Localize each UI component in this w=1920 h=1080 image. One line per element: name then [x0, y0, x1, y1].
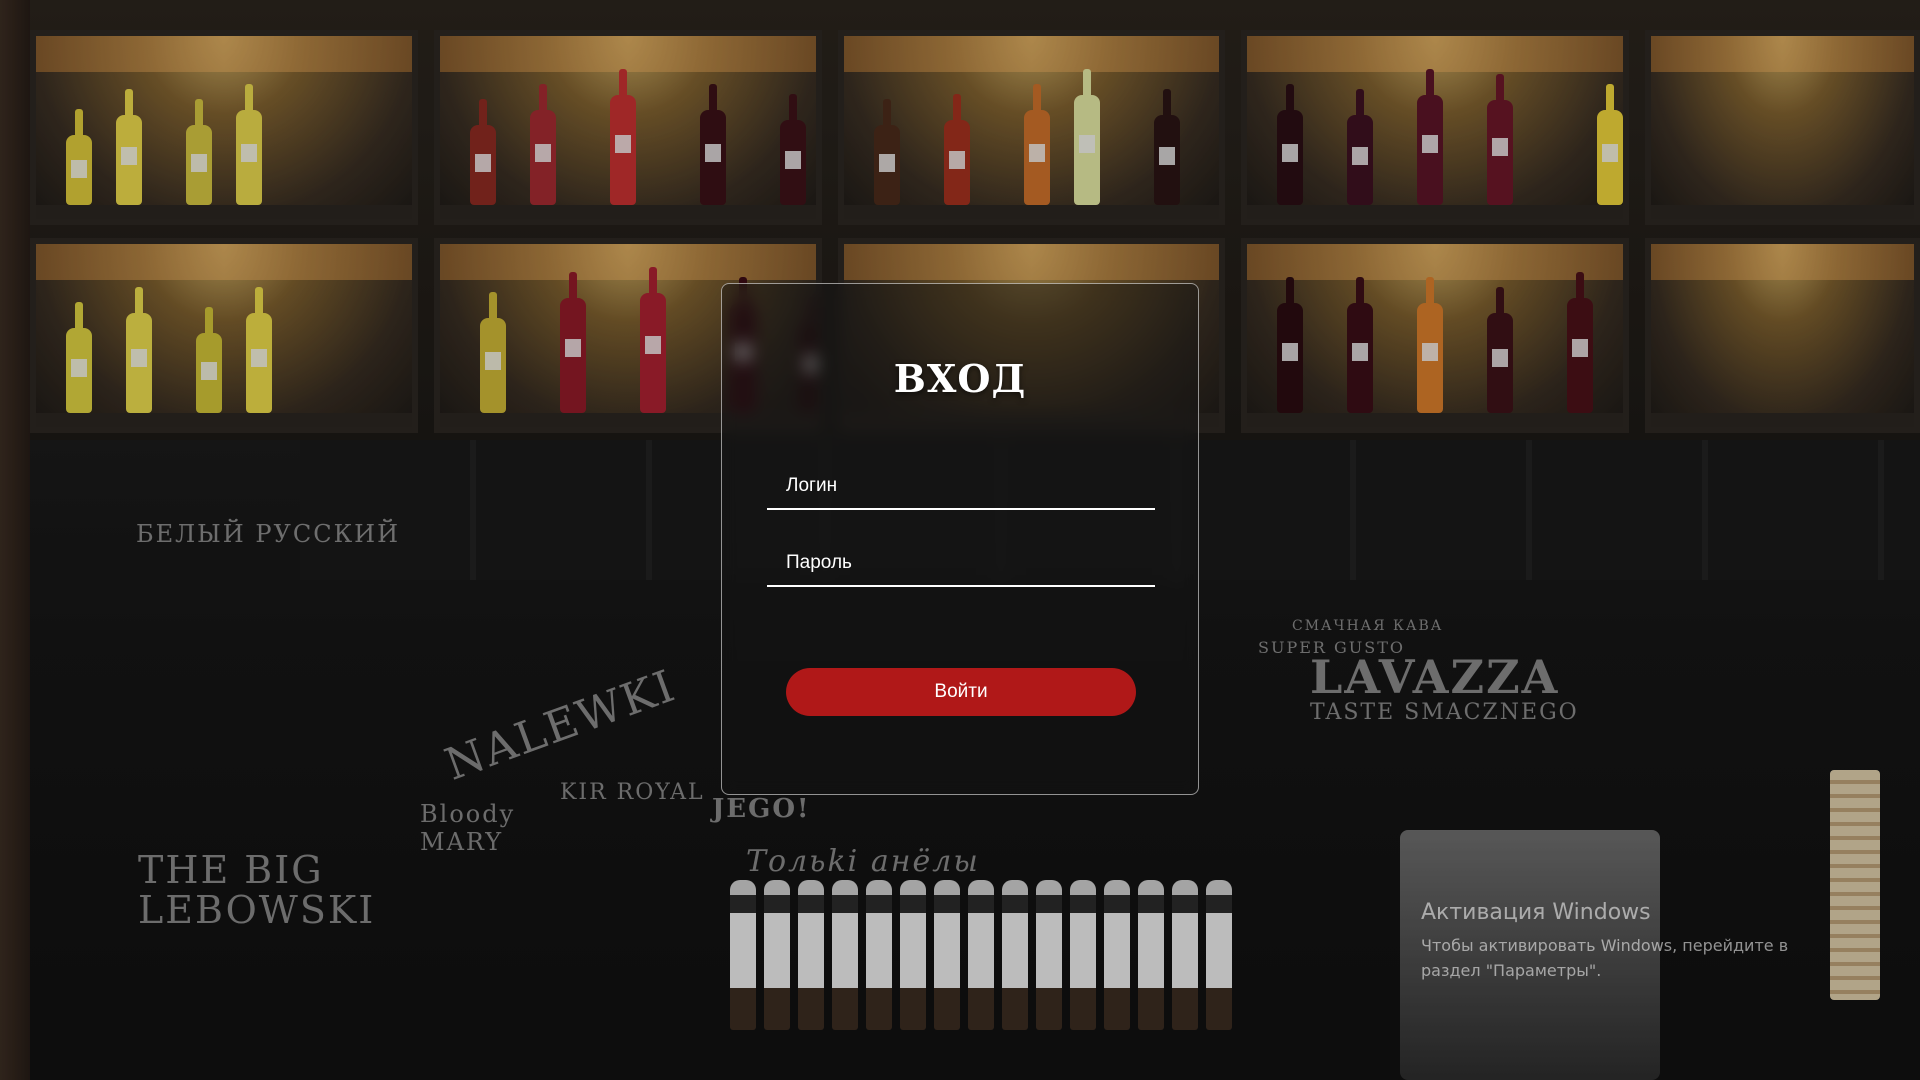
login-input[interactable]: [767, 464, 1155, 508]
password-field: [767, 541, 1155, 587]
login-field: [767, 464, 1155, 510]
watermark-text: Чтобы активировать Windows, перейдите в …: [1421, 936, 1789, 980]
watermark-title: Активация Windows: [1421, 900, 1651, 925]
login-form: ВХОД Войти: [721, 283, 1199, 795]
login-button[interactable]: Войти: [786, 668, 1136, 716]
windows-activation-watermark: Активация Windows Чтобы активировать Win…: [1421, 900, 1841, 983]
login-title: ВХОД: [893, 356, 1027, 401]
password-input[interactable]: [767, 541, 1155, 585]
